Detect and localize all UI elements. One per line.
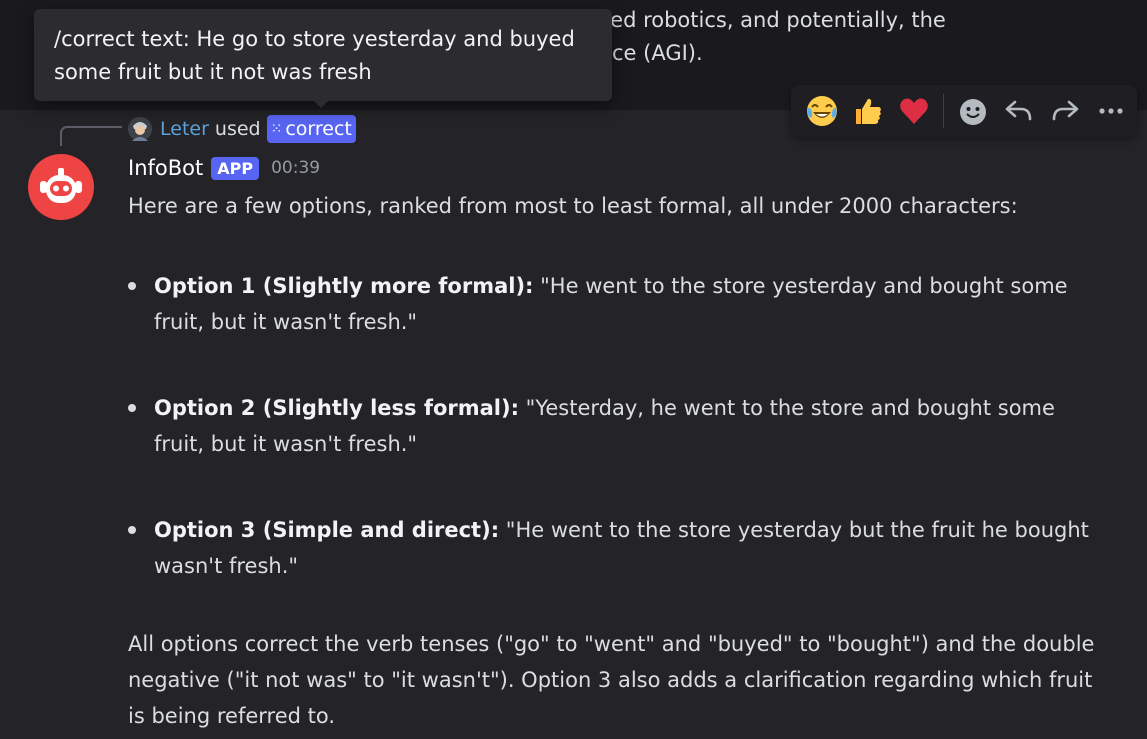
message-content: Here are a few options, ranked from most…: [128, 188, 1118, 734]
bullet-icon: [128, 526, 136, 534]
toolbar-separator: [943, 94, 944, 128]
command-name: correct: [285, 118, 352, 140]
tooltip-text: /correct text: He go to store yesterday …: [54, 27, 575, 84]
app-badge: APP: [211, 156, 260, 180]
add-reaction-icon: [960, 99, 986, 125]
heart-emoji-icon: [900, 98, 928, 124]
command-user-name[interactable]: Leter: [160, 118, 209, 140]
bullet-icon: [128, 404, 136, 412]
more-options-button[interactable]: [1088, 88, 1134, 134]
forward-icon: [1052, 100, 1079, 121]
more-icon: [1099, 108, 1123, 114]
forward-button[interactable]: [1042, 88, 1088, 134]
command-pill[interactable]: ⁙ correct: [266, 115, 356, 143]
previous-message-line-1: vanced robotics, and potentially, the: [560, 8, 946, 32]
reaction-heart-button[interactable]: [891, 88, 937, 134]
bot-username[interactable]: InfoBot: [128, 156, 203, 180]
reaction-joy-button[interactable]: [799, 88, 845, 134]
command-used-text: used: [214, 118, 261, 140]
bullet-icon: [128, 282, 136, 290]
option-label: Option 3 (Simple and direct):: [154, 518, 500, 542]
options-list: Option 1 (Slightly more formal): "He wen…: [128, 268, 1118, 584]
discord-chat-view: vanced robotics, and potentially, the ce…: [0, 0, 1147, 739]
robot-icon: [40, 168, 82, 203]
reaction-thumbs-up-button[interactable]: [845, 88, 891, 134]
message-timestamp[interactable]: 00:39: [271, 158, 320, 178]
previous-message-line-2: ce (AGI).: [612, 41, 703, 65]
reply-button[interactable]: [996, 88, 1042, 134]
thumbs-up-emoji-icon: [856, 98, 881, 124]
list-item: Option 1 (Slightly more formal): "He wen…: [128, 268, 1094, 340]
previous-message-text: vanced robotics, and potentially, the ce…: [560, 4, 1120, 70]
slash-command-icon: ⁙: [270, 121, 283, 137]
joy-emoji-icon: [807, 96, 837, 126]
bot-avatar[interactable]: [28, 154, 94, 220]
tooltip-arrow: [312, 99, 330, 108]
option-label: Option 1 (Slightly more formal):: [154, 274, 534, 298]
message-header: InfoBot APP 00:39: [128, 153, 320, 183]
command-reply-line: Leter used ⁙ correct: [128, 115, 356, 143]
list-item: Option 2 (Slightly less formal): "Yester…: [128, 390, 1094, 462]
message-summary: All options correct the verb tenses ("go…: [128, 632, 1095, 728]
add-reaction-button[interactable]: [950, 88, 996, 134]
message-toolbar: [791, 85, 1137, 137]
reply-spine: [60, 126, 122, 146]
user-avatar-icon: [128, 117, 152, 141]
option-label: Option 2 (Slightly less formal):: [154, 396, 519, 420]
message-intro: Here are a few options, ranked from most…: [128, 194, 1018, 218]
list-item: Option 3 (Simple and direct): "He went t…: [128, 512, 1094, 584]
command-tooltip: /correct text: He go to store yesterday …: [34, 9, 612, 101]
user-avatar-mini[interactable]: [128, 117, 152, 141]
reply-icon: [1005, 100, 1032, 121]
